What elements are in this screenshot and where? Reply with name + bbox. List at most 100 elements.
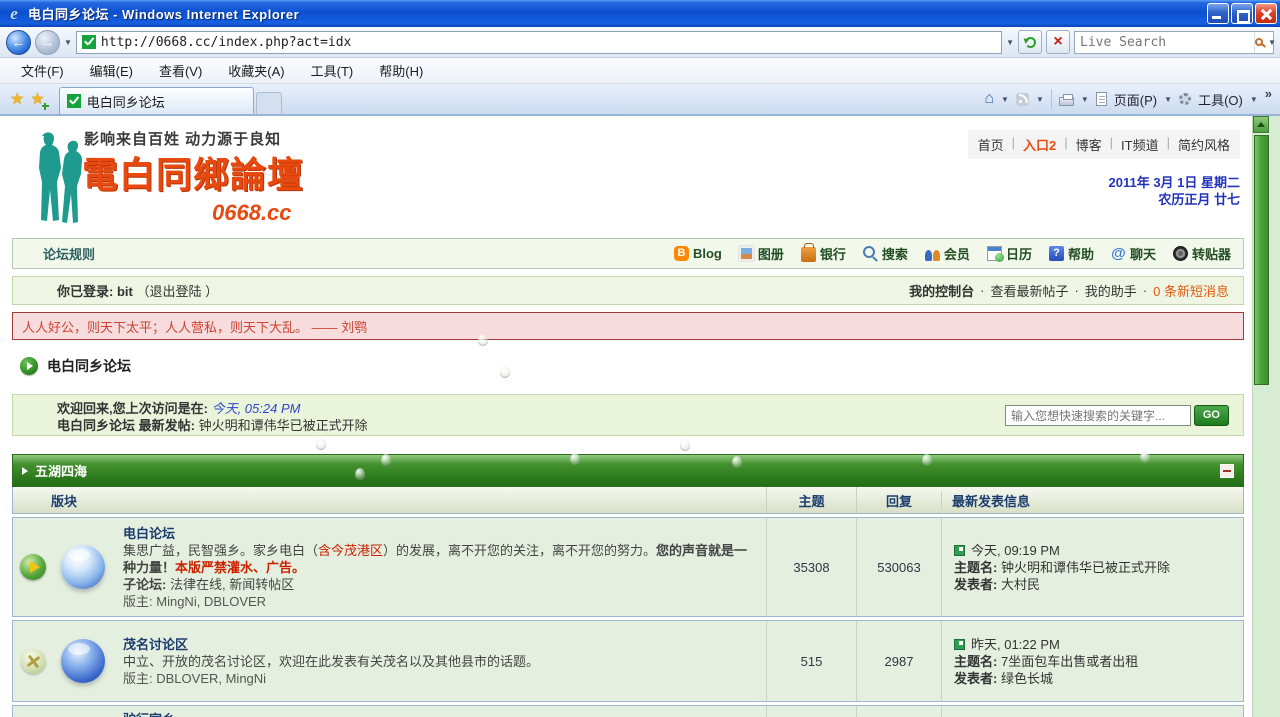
refresh-icon — [1025, 37, 1036, 48]
calendar-link[interactable]: 日历 — [987, 244, 1032, 263]
page-dropdown[interactable]: ▼ — [1164, 95, 1172, 104]
forum-link[interactable]: 驴行家乡 — [123, 712, 175, 717]
favorites-center-icon[interactable]: ★ — [10, 89, 24, 109]
title-bar: e 电白同乡论坛 - Windows Internet Explorer — [0, 0, 1280, 27]
goto-last-post-icon[interactable] — [954, 639, 965, 650]
column-topics: 主题 — [766, 487, 856, 513]
link-label: 帮助 — [1068, 244, 1094, 263]
help-link[interactable]: ?帮助 — [1049, 244, 1094, 263]
overflow-chevron[interactable]: » — [1265, 84, 1272, 101]
refresh-button[interactable] — [1018, 30, 1042, 54]
scroll-up-button[interactable] — [1253, 116, 1269, 133]
search-go-button[interactable] — [1254, 32, 1263, 53]
tab-active[interactable]: 电白同乡论坛 — [59, 87, 254, 114]
tools-menu[interactable]: 工具(O) — [1198, 90, 1243, 109]
forum-rules-link[interactable]: 论坛规则 — [13, 244, 95, 263]
bank-link[interactable]: 银行 — [801, 244, 846, 263]
droplet-decoration — [381, 454, 391, 466]
forum-description: 集思广益，民智强乡。家乡电白（含今茂港区）的发展，离不开您的关注，离不开您的努力… — [123, 542, 756, 576]
go-button[interactable]: GO — [1194, 405, 1229, 426]
menu-bar: 文件(F) 编辑(E) 查看(V) 收藏夹(A) 工具(T) 帮助(H) — [0, 58, 1280, 84]
category-title[interactable]: 五湖四海 — [35, 461, 87, 480]
menu-tools[interactable]: 工具(T) — [298, 61, 367, 80]
logout-link[interactable]: （退出登陆 ） — [136, 284, 218, 299]
moderator-links[interactable]: MingNi, DBLOVER — [156, 594, 266, 609]
home-icon[interactable]: ⌂ — [984, 90, 994, 108]
username[interactable]: bit — [117, 284, 133, 299]
category-header[interactable]: 五湖四海 — [12, 454, 1244, 487]
collapse-arrow-icon[interactable] — [20, 357, 38, 375]
last-poster-link[interactable]: 绿色长城 — [1001, 671, 1053, 686]
replies-count: 530063 — [856, 518, 941, 616]
latest-post-link[interactable]: 钟火明和谭伟华已被正式开除 — [199, 418, 368, 433]
my-assistant-link[interactable]: 我的助手 — [1085, 281, 1137, 300]
quick-search-input[interactable] — [1005, 405, 1191, 426]
droplet-decoration — [680, 439, 690, 451]
droplet-decoration — [570, 453, 580, 465]
album-link[interactable]: 图册 — [739, 244, 784, 263]
nav-simple-style[interactable]: 简约风格 — [1178, 135, 1230, 154]
forward-button[interactable]: → — [35, 30, 60, 55]
back-button[interactable]: ← — [6, 30, 31, 55]
collapse-button[interactable] — [1220, 464, 1234, 478]
restore-button[interactable] — [1231, 3, 1253, 24]
members-icon — [925, 246, 940, 261]
close-button[interactable] — [1255, 3, 1277, 24]
page-icon[interactable] — [1096, 92, 1107, 106]
last-post-cell: 昨天, 01:22 PM 主题名: 7坐面包车出售或者出租 发表者: 绿色长城 — [941, 621, 1245, 701]
divider — [1051, 89, 1052, 109]
print-dropdown[interactable]: ▼ — [1081, 95, 1089, 104]
stop-button[interactable]: × — [1046, 30, 1070, 54]
repost-link[interactable]: 转贴器 — [1173, 244, 1231, 263]
expand-arrow-icon — [22, 467, 28, 475]
members-link[interactable]: 会员 — [925, 244, 970, 263]
blogger-icon: B — [674, 246, 689, 261]
no-new-posts-icon[interactable] — [19, 647, 47, 675]
moderator-links[interactable]: DBLOVER, MingNi — [156, 671, 266, 686]
menu-file[interactable]: 文件(F) — [8, 61, 77, 80]
chat-link[interactable]: @聊天 — [1111, 244, 1156, 263]
subforum-links[interactable]: 法律在线, 新闻转帖区 — [170, 577, 294, 592]
site-logo-title: 電白同鄉論壇 — [82, 146, 304, 198]
goto-last-post-icon[interactable] — [954, 545, 965, 556]
control-panel-link[interactable]: 我的控制台 — [909, 281, 974, 300]
live-search-input[interactable] — [1075, 32, 1254, 53]
new-tab-stub[interactable] — [256, 92, 282, 114]
minimize-button[interactable] — [1207, 3, 1229, 24]
url-text[interactable]: http://0668.cc/index.php?act=idx — [101, 35, 351, 50]
feeds-dropdown[interactable]: ▼ — [1036, 95, 1044, 104]
last-topic-link[interactable]: 7坐面包车出售或者出租 — [1001, 654, 1138, 669]
page-menu[interactable]: 页面(P) — [1114, 90, 1157, 109]
nav-blog[interactable]: 博客 — [1076, 135, 1102, 154]
menu-favorites[interactable]: 收藏夹(A) — [215, 61, 297, 80]
new-posts-icon[interactable] — [20, 554, 46, 580]
feeds-icon[interactable] — [1016, 93, 1029, 106]
url-field[interactable]: http://0668.cc/index.php?act=idx — [76, 31, 1002, 54]
home-dropdown[interactable]: ▼ — [1001, 95, 1009, 104]
nav-it-channel[interactable]: IT频道 — [1121, 135, 1159, 154]
menu-edit[interactable]: 编辑(E) — [77, 61, 146, 80]
nav-entrance2[interactable]: 入口2 — [1023, 135, 1056, 154]
blog-link[interactable]: BBlog — [674, 246, 722, 261]
board-title[interactable]: 电白同乡论坛 — [47, 356, 131, 376]
nav-home[interactable]: 首页 — [978, 135, 1004, 154]
add-favorite-icon[interactable]: ★ — [30, 89, 44, 109]
view-new-posts-link[interactable]: 查看最新帖子 — [990, 281, 1068, 300]
scrollbar-thumb[interactable] — [1254, 135, 1269, 385]
forum-link[interactable]: 茂名讨论区 — [123, 637, 188, 652]
address-dropdown[interactable]: ▼ — [1006, 38, 1014, 47]
last-poster-link[interactable]: 大村民 — [1001, 577, 1040, 592]
menu-view[interactable]: 查看(V) — [146, 61, 215, 80]
last-topic-link[interactable]: 钟火明和谭伟华已被正式开除 — [1001, 560, 1170, 575]
print-icon[interactable] — [1059, 97, 1074, 106]
menu-help[interactable]: 帮助(H) — [366, 61, 436, 80]
login-status-label: 你已登录: — [57, 284, 113, 299]
gear-icon[interactable] — [1179, 93, 1191, 105]
vertical-scrollbar[interactable] — [1252, 116, 1269, 717]
forum-link[interactable]: 电白论坛 — [123, 526, 175, 541]
history-dropdown[interactable]: ▼ — [64, 38, 72, 47]
new-messages-link[interactable]: 0 条新短消息 — [1153, 281, 1229, 300]
search-icon — [1255, 38, 1263, 46]
tools-dropdown[interactable]: ▼ — [1250, 95, 1258, 104]
search-link[interactable]: 搜索 — [863, 244, 908, 263]
